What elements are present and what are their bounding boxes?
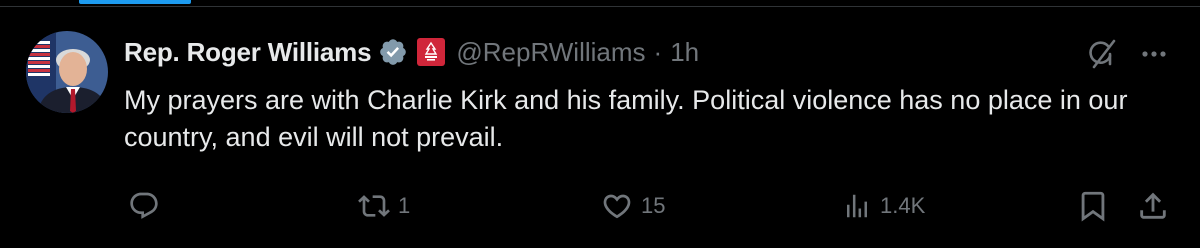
more-icon[interactable] — [1138, 38, 1170, 70]
share-button[interactable] — [1136, 188, 1170, 224]
tweet-text: My prayers are with Charlie Kirk and his… — [124, 85, 1128, 152]
author-handle[interactable]: @RepRWilliams — [456, 37, 645, 68]
avatar-image — [26, 31, 108, 113]
bookmark-button[interactable] — [1076, 188, 1110, 224]
active-tab-indicator — [79, 0, 191, 4]
like-icon — [603, 194, 631, 219]
bookmark-icon — [1081, 191, 1105, 222]
tweet-header: Rep. Roger Williams @RepRWilliams · 1h — [124, 30, 699, 74]
views-button[interactable]: 1.4K — [842, 188, 925, 224]
repost-count: 1 — [398, 193, 411, 218]
separator-dot: · — [653, 36, 663, 67]
house-seal-badge-icon[interactable] — [417, 38, 446, 66]
verified-badge-icon[interactable] — [378, 37, 408, 67]
views-icon — [847, 194, 867, 218]
share-icon — [1140, 192, 1166, 219]
reply-button[interactable] — [128, 188, 168, 224]
like-button[interactable]: 15 — [601, 188, 665, 224]
grok-icon[interactable] — [1085, 37, 1119, 71]
timestamp[interactable]: 1h — [670, 37, 699, 68]
divider — [0, 6, 1200, 7]
views-count: 1.4K — [880, 193, 926, 218]
repost-button[interactable]: 1 — [358, 188, 410, 224]
like-count: 15 — [641, 193, 666, 218]
repost-icon — [358, 195, 390, 217]
avatar[interactable] — [26, 31, 108, 113]
reply-icon — [130, 192, 158, 219]
author-name[interactable]: Rep. Roger Williams — [124, 37, 372, 68]
